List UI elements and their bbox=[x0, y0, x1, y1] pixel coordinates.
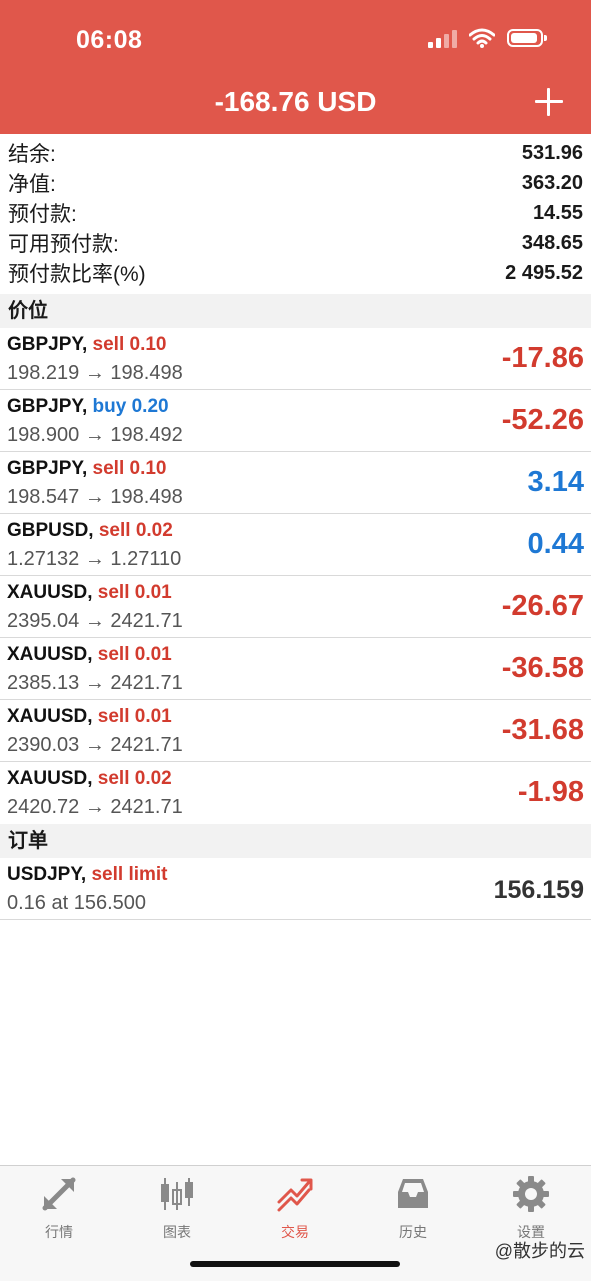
position-profit: 0.44 bbox=[527, 528, 584, 560]
position-symbol: GBPJPY, bbox=[7, 458, 88, 479]
position-symbol: XAUUSD, bbox=[7, 768, 93, 789]
summary-value: 531.96 bbox=[521, 141, 583, 164]
position-profit: -17.86 bbox=[501, 342, 584, 374]
summary-value: 363.20 bbox=[521, 171, 583, 194]
orders-section-header: 订单 bbox=[0, 824, 591, 858]
new-order-button[interactable] bbox=[535, 88, 563, 116]
tab-history[interactable]: 历史 bbox=[354, 1174, 472, 1242]
position-profit: 3.14 bbox=[527, 466, 584, 498]
position-symbol: GBPJPY, bbox=[7, 334, 88, 355]
summary-row-free-margin: 可用预付款: 348.65 bbox=[0, 228, 591, 258]
position-row[interactable]: XAUUSD, sell 0.01 2390.03 → 2421.71 -31.… bbox=[0, 700, 591, 762]
chart-icon bbox=[161, 1178, 193, 1210]
position-type: buy 0.20 bbox=[92, 396, 169, 417]
summary-value: 2 495.52 bbox=[505, 261, 583, 284]
account-profit-title: -168.76 USD bbox=[214, 86, 377, 117]
tab-settings[interactable]: 设置 bbox=[472, 1174, 590, 1242]
position-prices: 2390.03 → 2421.71 bbox=[7, 734, 183, 756]
tab-label: 图表 bbox=[163, 1224, 191, 1240]
summary-label: 结余: bbox=[8, 143, 56, 166]
order-current-price: 156.159 bbox=[493, 876, 584, 904]
tab-charts[interactable]: 图表 bbox=[118, 1174, 236, 1242]
position-prices: 198.547 → 198.498 bbox=[7, 486, 183, 508]
position-prices: 2395.04 → 2421.71 bbox=[7, 610, 183, 632]
position-profit: -26.67 bbox=[501, 590, 584, 622]
status-icons bbox=[428, 28, 547, 48]
position-row[interactable]: GBPUSD, sell 0.02 1.27132 → 1.27110 0.44 bbox=[0, 514, 591, 576]
tab-label: 行情 bbox=[45, 1224, 73, 1240]
order-symbol: USDJPY, bbox=[7, 864, 87, 885]
tab-quotes[interactable]: 行情 bbox=[0, 1174, 118, 1242]
watermark: @散步的云 bbox=[494, 1241, 585, 1261]
battery-icon bbox=[507, 29, 547, 47]
tab-label: 交易 bbox=[281, 1224, 309, 1240]
summary-row-margin-level: 预付款比率(%) 2 495.52 bbox=[0, 258, 591, 288]
position-type: sell 0.01 bbox=[97, 706, 172, 727]
orders-list: USDJPY, sell limit 0.16 at 156.500 156.1… bbox=[0, 858, 591, 920]
position-symbol: XAUUSD, bbox=[7, 706, 93, 727]
position-symbol: XAUUSD, bbox=[7, 582, 93, 603]
position-type: sell 0.01 bbox=[97, 582, 172, 603]
quotes-icon bbox=[42, 1177, 76, 1211]
positions-list: GBPJPY, sell 0.10 198.219 → 198.498 -17.… bbox=[0, 328, 591, 824]
order-prices: 0.16 at 156.500 bbox=[7, 892, 147, 914]
position-row[interactable]: GBPJPY, buy 0.20 198.900 → 198.492 -52.2… bbox=[0, 390, 591, 452]
top-bar: 06:08 -168.76 USD bbox=[0, 0, 591, 134]
status-time: 06:08 bbox=[76, 26, 143, 54]
position-prices: 2385.13 → 2421.71 bbox=[7, 672, 183, 694]
tab-label: 历史 bbox=[399, 1224, 427, 1240]
summary-label: 可用预付款: bbox=[8, 233, 119, 256]
position-type: sell 0.10 bbox=[92, 458, 167, 479]
home-indicator[interactable] bbox=[190, 1261, 400, 1267]
position-profit: -1.98 bbox=[517, 776, 584, 808]
position-prices: 198.900 → 198.492 bbox=[7, 424, 183, 446]
settings-icon bbox=[513, 1176, 549, 1212]
position-type: sell 0.10 bbox=[92, 334, 167, 355]
position-prices: 1.27132 → 1.27110 bbox=[7, 548, 182, 570]
position-row[interactable]: XAUUSD, sell 0.02 2420.72 → 2421.71 -1.9… bbox=[0, 762, 591, 824]
summary-row-equity: 净值: 363.20 bbox=[0, 168, 591, 198]
position-type: sell 0.01 bbox=[97, 644, 172, 665]
history-icon bbox=[398, 1179, 428, 1208]
wifi-icon bbox=[469, 28, 495, 48]
summary-value: 14.55 bbox=[532, 201, 583, 224]
position-prices: 198.219 → 198.498 bbox=[7, 362, 183, 384]
position-row[interactable]: GBPJPY, sell 0.10 198.219 → 198.498 -17.… bbox=[0, 328, 591, 390]
position-symbol: GBPJPY, bbox=[7, 396, 88, 417]
positions-section-header: 价位 bbox=[0, 294, 591, 328]
cellular-signal-icon bbox=[428, 28, 457, 48]
summary-row-margin: 预付款: 14.55 bbox=[0, 198, 591, 228]
position-profit: -52.26 bbox=[501, 404, 584, 436]
position-row[interactable]: XAUUSD, sell 0.01 2385.13 → 2421.71 -36.… bbox=[0, 638, 591, 700]
position-profit: -36.58 bbox=[501, 652, 584, 684]
summary-value: 348.65 bbox=[521, 231, 583, 254]
summary-label: 预付款比率(%) bbox=[8, 263, 146, 286]
position-profit: -31.68 bbox=[501, 714, 584, 746]
summary-row-balance: 结余: 531.96 bbox=[0, 138, 591, 168]
account-summary: 结余: 531.96 净值: 363.20 预付款: 14.55 可用预付款: … bbox=[0, 138, 591, 288]
position-symbol: XAUUSD, bbox=[7, 644, 93, 665]
position-type: sell 0.02 bbox=[97, 768, 172, 789]
position-type: sell 0.02 bbox=[98, 520, 173, 541]
summary-label: 预付款: bbox=[8, 203, 77, 226]
tab-trade[interactable]: 交易 bbox=[236, 1174, 354, 1242]
order-row[interactable]: USDJPY, sell limit 0.16 at 156.500 156.1… bbox=[0, 858, 591, 920]
summary-label: 净值: bbox=[8, 173, 56, 196]
order-type: sell limit bbox=[91, 864, 168, 885]
position-symbol: GBPUSD, bbox=[7, 520, 94, 541]
position-prices: 2420.72 → 2421.71 bbox=[7, 796, 183, 818]
position-row[interactable]: GBPJPY, sell 0.10 198.547 → 198.498 3.14 bbox=[0, 452, 591, 514]
position-row[interactable]: XAUUSD, sell 0.01 2395.04 → 2421.71 -26.… bbox=[0, 576, 591, 638]
trade-icon bbox=[277, 1178, 313, 1212]
